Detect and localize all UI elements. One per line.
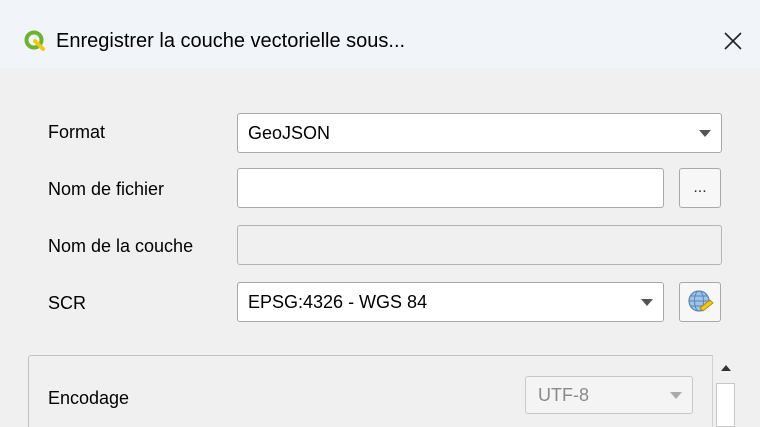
crs-combobox[interactable]: EPSG:4326 - WGS 84: [237, 282, 664, 322]
encoding-combobox[interactable]: UTF-8: [525, 376, 693, 414]
format-value: GeoJSON: [248, 123, 331, 143]
qgis-logo-icon: [24, 30, 45, 51]
chevron-down-icon: [699, 130, 711, 137]
scroll-up-button[interactable]: [713, 355, 738, 381]
layer-name-input[interactable]: [237, 225, 722, 265]
browse-button-label: ...: [693, 179, 707, 196]
encoding-label: Encodage: [48, 388, 130, 408]
title-bar: Enregistrer la couche vectorielle sous..…: [0, 0, 760, 68]
close-button[interactable]: [718, 26, 748, 56]
layer-name-label: Nom de la couche: [48, 236, 194, 256]
chevron-down-icon: [670, 392, 682, 399]
format-combobox[interactable]: GeoJSON: [237, 113, 722, 153]
encoding-value: UTF-8: [538, 385, 589, 405]
globe-crs-icon: [688, 290, 714, 312]
vertical-scrollbar[interactable]: [712, 355, 738, 427]
chevron-down-icon: [641, 299, 653, 306]
close-icon: [724, 32, 742, 50]
arrow-up-icon: [720, 365, 731, 371]
scrollbar-thumb[interactable]: [716, 383, 735, 427]
filename-label: Nom de fichier: [48, 179, 165, 199]
format-label: Format: [48, 122, 106, 142]
window-title: Enregistrer la couche vectorielle sous..…: [56, 30, 406, 52]
crs-value: EPSG:4326 - WGS 84: [248, 292, 428, 312]
crs-label: SCR: [48, 293, 87, 313]
crs-selector-button[interactable]: [679, 282, 721, 322]
filename-input[interactable]: [237, 168, 664, 208]
browse-button[interactable]: ...: [679, 168, 721, 208]
